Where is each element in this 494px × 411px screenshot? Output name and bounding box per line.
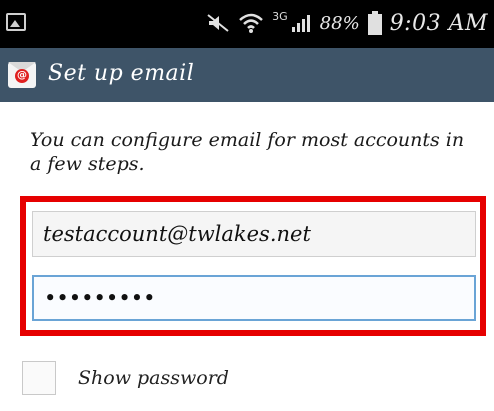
password-field[interactable]: ••••••••• xyxy=(32,275,476,321)
app-bar: @ Set up email xyxy=(0,48,494,102)
show-password-checkbox[interactable] xyxy=(22,361,56,395)
password-field-value[interactable]: ••••••••• xyxy=(44,286,155,310)
show-password-row[interactable]: Show password xyxy=(22,358,229,398)
page-title: Set up email xyxy=(48,61,195,86)
clock: 9:03 AM xyxy=(389,10,488,36)
network-type-label: 3G xyxy=(272,9,288,23)
mute-vibrate-icon xyxy=(206,13,230,33)
email-field-value[interactable]: testaccount@twlakes.net xyxy=(43,222,311,246)
email-field[interactable]: testaccount@twlakes.net xyxy=(32,211,476,257)
wifi-icon xyxy=(238,12,264,34)
email-app-icon[interactable]: @ xyxy=(8,62,36,88)
status-icons: 3G 88% 9:03 AM xyxy=(206,6,488,40)
intro-text: You can configure email for most account… xyxy=(30,129,465,175)
battery-percent: 88% xyxy=(319,12,360,34)
image-notification-icon xyxy=(6,13,26,31)
battery-icon xyxy=(367,11,382,35)
show-password-label[interactable]: Show password xyxy=(78,367,229,389)
status-bar: 3G 88% 9:03 AM xyxy=(0,0,494,48)
signal-icon xyxy=(290,12,312,34)
